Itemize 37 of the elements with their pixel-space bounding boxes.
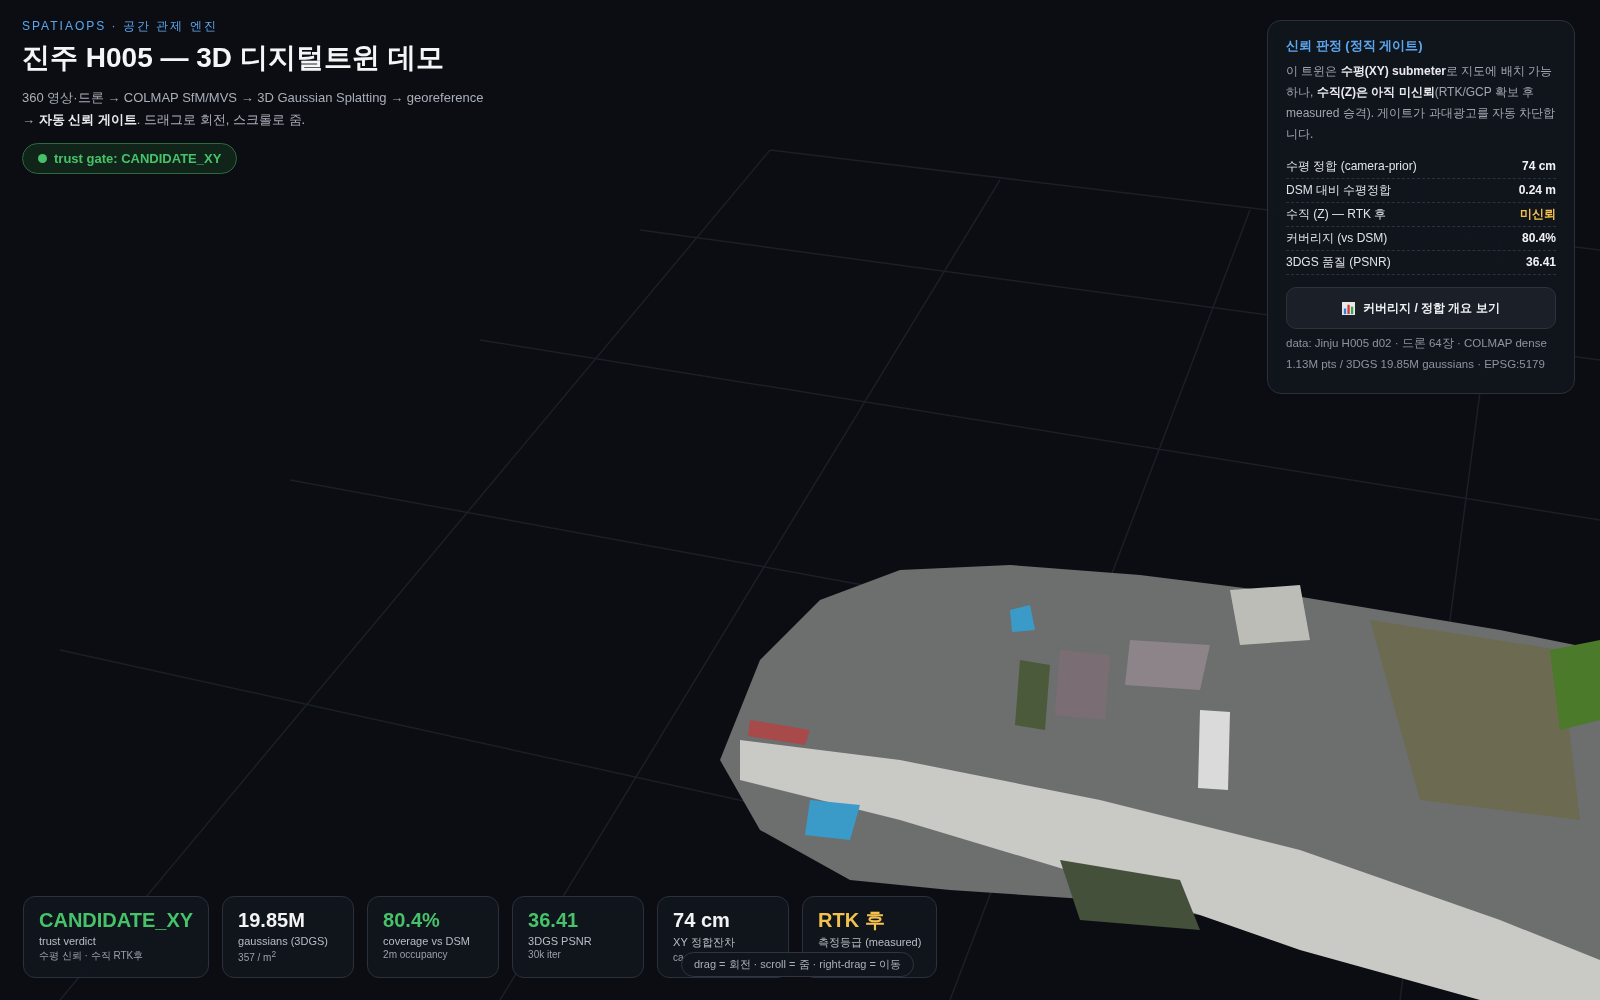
description-text: 360 영상·드론 → COLMAP SfM/MVS → 3D Gaussian Splatting → georeference → 자동 신뢰 게이트. 드래그로 회전, 스크롤로 줌.	[22, 89, 485, 129]
stat-note: 2m occupancy	[383, 949, 449, 960]
panel-title: 신뢰 판정 (정직 게이트)	[1286, 37, 1424, 55]
stat-label: coverage vs DSM	[383, 935, 471, 947]
stat-value: 19.85M	[238, 908, 306, 933]
stat-label: gaussians (3DGS)	[238, 935, 329, 947]
trust-gate-badge: trust gate: CANDIDATE_XY	[22, 143, 238, 174]
stat-value: CANDIDATE_XY	[39, 908, 194, 933]
footnote-text: data: Jinju H005 d02 · 드론 64장 · COLMAP dense 1.13M pts / 3DGS 19.85M gaussians · EPSG:5179	[1286, 336, 1548, 372]
overview-button[interactable]: 커버리지 / 정합 개요 보기	[1286, 287, 1556, 329]
stat-value: 74 cm	[673, 908, 731, 933]
stat-label: 측정등급 (measured)	[818, 935, 922, 950]
stat-label: 3DGS PSNR	[528, 935, 593, 947]
status-dot-icon	[38, 154, 47, 163]
stat-value: 80.4%	[383, 908, 441, 933]
stat-value: 36.41	[528, 908, 580, 933]
stat-note: ca	[673, 952, 685, 963]
summary-text: 이 트윈은 수평(XY) submeter로 지도에 배치 가능하나, 수직(Z)은 아직 미신뢰(RTK/GCP 확보 후 measured 승격). 게이트가 과대광고를 자동 차단합니다.	[1286, 63, 1556, 143]
metric-value: 0.24 m	[1518, 183, 1556, 198]
stat-label: XY 정합잔차	[673, 935, 736, 950]
page-title: 진주 H005 — 3D 디지털트윈 데모	[22, 41, 445, 75]
metric-label: 수직 (Z) — RTK 후	[1286, 207, 1387, 222]
bar-chart-icon	[1342, 301, 1356, 315]
metric-value: 80.4%	[1521, 231, 1556, 246]
stat-note: 30k iter	[528, 949, 562, 960]
stat-label: trust verdict	[39, 935, 97, 947]
metric-label: 수평 정합 (camera-prior)	[1286, 159, 1417, 174]
eyebrow-text: SPATIAOPS · 공간 관제 엔진	[22, 18, 219, 35]
metric-value: 미신뢰	[1520, 207, 1556, 222]
metric-label: 커버리지 (vs DSM)	[1286, 231, 1388, 246]
metric-value: 74 cm	[1521, 159, 1556, 174]
stat-note: 357 / m$^{2}$	[238, 949, 278, 964]
stat-value: RTK 후	[818, 908, 886, 933]
metric-label: 3DGS 품질 (PSNR)	[1286, 255, 1391, 270]
stat-note: 수평 신뢰 · 수직 RTK후	[39, 949, 145, 963]
metric-label: DSM 대비 수평정합	[1286, 183, 1392, 198]
metric-value: 36.41	[1525, 255, 1556, 270]
